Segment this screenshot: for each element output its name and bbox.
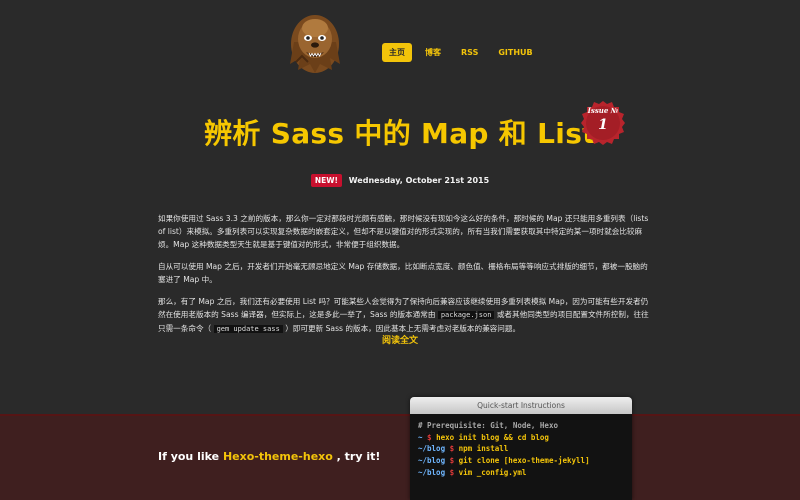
nav-rss[interactable]: RSS <box>454 44 485 61</box>
theme-link[interactable]: Hexo-theme-hexo <box>223 450 333 463</box>
read-more-link[interactable]: 阅读全文 <box>0 333 800 346</box>
post-excerpt: 如果你使用过 Sass 3.3 之前的版本，那么你一定对那段时光颇有感触，那时候… <box>158 212 652 345</box>
terminal-comment: # Prerequisite: Git, Node, Hexo <box>418 421 558 430</box>
terminal-command: hexo init blog && cd blog <box>436 432 549 442</box>
terminal-path: ~/blog <box>418 456 446 466</box>
issue-badge: Issue № 1 <box>580 106 626 133</box>
excerpt-paragraph-1: 如果你使用过 Sass 3.3 之前的版本，那么你一定对那段时光颇有感触，那时候… <box>158 214 649 249</box>
terminal-command: git clone [hexo-theme-jekyll] <box>458 456 590 466</box>
terminal-path: ~ <box>418 432 423 442</box>
terminal-line: ~/blog $ npm install <box>418 444 509 454</box>
terminal-command: npm install <box>458 444 509 454</box>
try-suffix: , try it! <box>332 450 381 463</box>
terminal-path: ~/blog <box>418 444 446 454</box>
terminal-line: ~/blog $ vim _config.yml <box>418 467 527 477</box>
new-badge: NEW! <box>310 174 342 187</box>
paragraph-text: ）即可更新 Sass 的版本，因此基本上无需考虑对老版本的兼容问题。 <box>285 324 521 333</box>
post-date: Wednesday, October 21st 2015 <box>348 176 490 185</box>
nav-github[interactable]: GITHUB <box>491 44 539 61</box>
footer: If you like Hexo-theme-hexo , try it! <box>0 414 800 500</box>
nav-blog[interactable]: 博客 <box>418 43 448 62</box>
quick-start-terminal: Quick-start Instructions # Prerequisite:… <box>410 397 632 500</box>
chewbacca-logo-icon[interactable] <box>286 12 344 74</box>
terminal-line: ~ $ hexo init blog && cd blog <box>418 432 549 442</box>
post-title[interactable]: 辨析 Sass 中的 Map 和 List <box>0 112 800 152</box>
nav-home[interactable]: 主页 <box>382 43 412 62</box>
excerpt-paragraph-2: 自从可以使用 Map 之后，开发者们开始毫无顾忌地定义 Map 存储数据，比如断… <box>158 262 648 284</box>
issue-number: 1 <box>598 117 608 133</box>
terminal-title-bar: Quick-start Instructions <box>410 397 632 414</box>
inline-code-gem-update: gem update sass <box>213 325 283 333</box>
terminal-body: # Prerequisite: Git, Node, Hexo ~ $ hexo… <box>410 414 632 479</box>
issue-label: Issue № <box>587 106 619 115</box>
main-nav: 主页 博客 RSS GITHUB <box>382 43 540 62</box>
try-prefix: If you like <box>158 450 223 463</box>
inline-code-package-json: package.json <box>437 311 495 319</box>
terminal-path: ~/blog <box>418 467 446 477</box>
terminal-command: vim _config.yml <box>458 467 527 477</box>
terminal-line: ~/blog $ git clone [hexo-theme-jekyll] <box>418 456 590 466</box>
try-it-text: If you like Hexo-theme-hexo , try it! <box>158 450 380 463</box>
post-meta: NEW! Wednesday, October 21st 2015 <box>0 174 800 187</box>
excerpt-paragraph-3: 那么，有了 Map 之后，我们还有必要使用 List 吗？可能某些人会觉得为了保… <box>158 295 652 336</box>
